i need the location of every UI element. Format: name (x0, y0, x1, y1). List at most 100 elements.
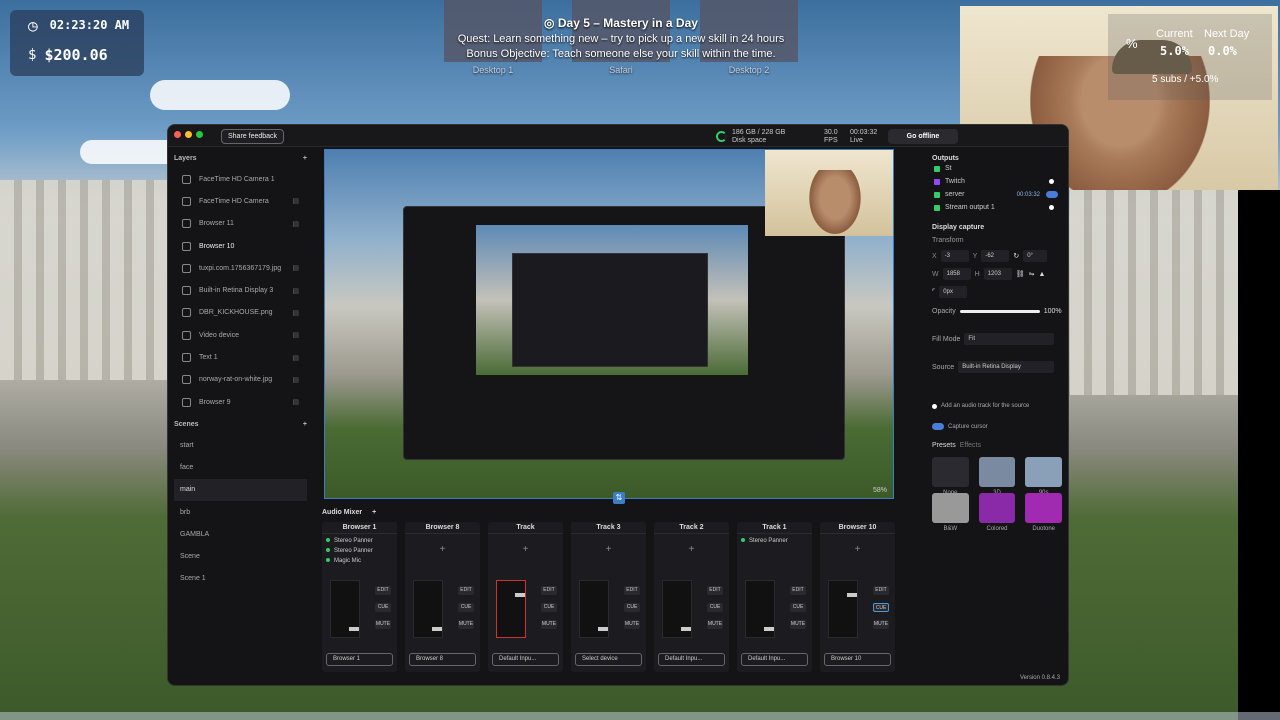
source-select[interactable]: Built-in Retina Display (958, 361, 1055, 373)
preset-colored[interactable]: Colored (978, 493, 1016, 532)
effect-item[interactable]: Stereo Panner (326, 546, 393, 556)
edit-button[interactable]: EDIT (458, 586, 474, 595)
layer-item[interactable]: Built-in Retina Display 3 ▤ (174, 279, 307, 301)
add-effect-icon[interactable]: + (820, 544, 895, 555)
mute-button[interactable]: MUTE (541, 620, 557, 629)
strip-name[interactable]: Track 3 (571, 522, 646, 534)
scene-item[interactable]: face (174, 456, 307, 478)
input-select[interactable]: Select device (575, 653, 642, 666)
edit-button[interactable]: EDIT (541, 586, 557, 595)
zoom-level[interactable]: 58% (873, 487, 887, 494)
preset-3d[interactable]: 3D (978, 457, 1016, 496)
cue-button[interactable]: CUE (873, 603, 889, 612)
layer-item[interactable]: DBR_KICKHOUSE.png ▤ (174, 302, 307, 324)
preset-duotone[interactable]: Duotone (1025, 493, 1062, 532)
layer-item[interactable]: FaceTime HD Camera 1 (174, 168, 307, 190)
output-item[interactable]: Twitch (932, 175, 1062, 188)
preset-bw[interactable]: B&W (932, 493, 969, 532)
preview-canvas[interactable]: 58% ⇅ (324, 149, 894, 504)
layer-menu-icon[interactable]: ▤ (292, 287, 299, 295)
strip-name[interactable]: Browser 1 (322, 522, 397, 534)
layer-menu-icon[interactable]: ▤ (292, 264, 299, 272)
mute-button[interactable]: MUTE (624, 620, 640, 629)
server-toggle[interactable] (1046, 191, 1058, 198)
effect-item[interactable]: Magic Mic (326, 556, 393, 566)
volume-fader[interactable] (413, 580, 443, 638)
layer-menu-icon[interactable]: ▤ (292, 197, 299, 205)
edit-button[interactable]: EDIT (790, 586, 806, 595)
layer-item[interactable]: FaceTime HD Camera ▤ (174, 190, 307, 212)
add-effect-icon[interactable]: + (654, 544, 729, 555)
scene-item[interactable]: Scene 1 (174, 568, 307, 590)
add-effect-icon[interactable]: + (571, 544, 646, 555)
cue-button[interactable]: CUE (624, 603, 640, 612)
layer-menu-icon[interactable]: ▤ (292, 331, 299, 339)
strip-name[interactable]: Track 2 (654, 522, 729, 534)
strip-name[interactable]: Browser 10 (820, 522, 895, 534)
input-select[interactable]: Browser 1 (326, 653, 393, 666)
share-feedback-button[interactable]: Share feedback (221, 129, 285, 144)
volume-fader[interactable] (828, 580, 858, 638)
input-select[interactable]: Browser 8 (409, 653, 476, 666)
volume-fader[interactable] (662, 580, 692, 638)
volume-fader[interactable] (496, 580, 526, 638)
output-item[interactable]: server 00:03:32 (932, 188, 1062, 201)
layer-item[interactable]: Browser 10 (174, 235, 307, 257)
height-field[interactable]: 1203 (983, 268, 1012, 280)
maximize-icon[interactable] (196, 131, 203, 138)
strip-name[interactable]: Browser 8 (405, 522, 480, 534)
effects-tab[interactable]: Effects (960, 442, 981, 449)
go-offline-button[interactable]: Go offline (888, 129, 958, 144)
input-select[interactable]: Default Inpu... (492, 653, 559, 666)
scene-item[interactable]: Scene (174, 545, 307, 567)
dock[interactable] (0, 712, 1280, 720)
radius-field[interactable]: 0px (939, 286, 968, 298)
scene-item[interactable]: main (174, 478, 307, 501)
capture-cursor-toggle[interactable] (932, 423, 944, 430)
x-field[interactable]: -3 (940, 250, 969, 262)
scene-item[interactable]: GAMBLA (174, 523, 307, 545)
opacity-slider[interactable] (959, 310, 1040, 313)
add-track-icon[interactable]: + (372, 509, 376, 516)
volume-fader[interactable] (745, 580, 775, 638)
output-item[interactable]: St (932, 162, 1062, 175)
add-layer-icon[interactable]: + (303, 155, 307, 162)
layer-menu-icon[interactable]: ▤ (292, 354, 299, 362)
layer-item[interactable]: Text 1 ▤ (174, 346, 307, 368)
align-icon[interactable]: ▲ (1038, 271, 1045, 278)
preset-none[interactable]: None (932, 457, 969, 496)
layer-item[interactable]: Browser 9 ▤ (174, 391, 307, 413)
scene-item[interactable]: brb (174, 501, 307, 523)
scene-item[interactable]: start (174, 434, 307, 456)
cue-button[interactable]: CUE (541, 603, 557, 612)
presets-tab[interactable]: Presets (932, 442, 956, 449)
output-item[interactable]: Stream output 1 (932, 201, 1062, 214)
layer-item[interactable]: Browser 11 ▤ (174, 213, 307, 235)
cue-button[interactable]: CUE (790, 603, 806, 612)
cue-button[interactable]: CUE (707, 603, 723, 612)
effect-item[interactable]: Stereo Panner (741, 536, 808, 546)
layer-menu-icon[interactable]: ▤ (292, 309, 299, 317)
flip-icon[interactable]: ⇋ (1029, 270, 1035, 278)
volume-fader[interactable] (579, 580, 609, 638)
preset-90s[interactable]: 90s (1025, 457, 1062, 496)
edit-button[interactable]: EDIT (873, 586, 889, 595)
strip-name[interactable]: Track (488, 522, 563, 534)
mute-button[interactable]: MUTE (458, 620, 474, 629)
rotation-field[interactable]: 0° (1023, 250, 1048, 262)
cue-button[interactable]: CUE (458, 603, 474, 612)
mute-button[interactable]: MUTE (375, 620, 391, 629)
strip-name[interactable]: Track 1 (737, 522, 812, 534)
layer-menu-icon[interactable]: ▤ (292, 398, 299, 406)
mute-button[interactable]: MUTE (873, 620, 889, 629)
add-effect-icon[interactable]: + (488, 544, 563, 555)
minimize-icon[interactable] (185, 131, 192, 138)
cue-button[interactable]: CUE (375, 603, 391, 612)
edit-button[interactable]: EDIT (707, 586, 723, 595)
mute-button[interactable]: MUTE (790, 620, 806, 629)
fill-mode-select[interactable]: Fit (964, 333, 1055, 345)
layer-item[interactable]: Video device ▤ (174, 324, 307, 346)
audio-track-checkbox[interactable] (932, 403, 937, 409)
close-icon[interactable] (174, 131, 181, 138)
edit-button[interactable]: EDIT (624, 586, 640, 595)
